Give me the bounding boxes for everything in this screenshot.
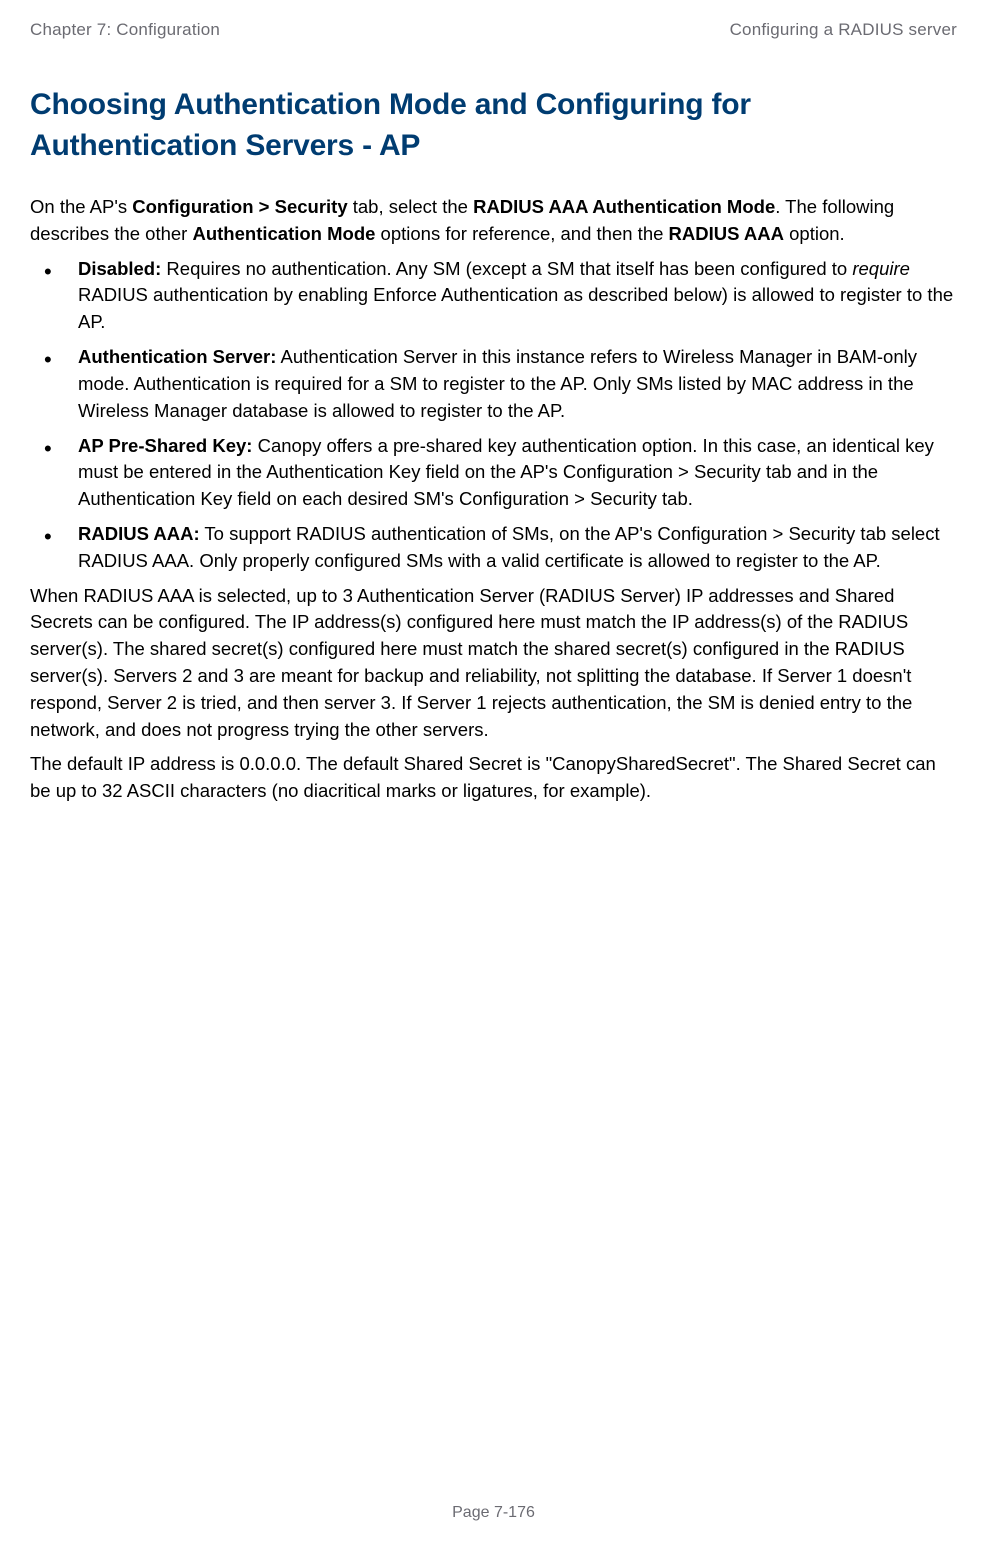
section-heading: Choosing Authentication Mode and Configu… xyxy=(30,85,957,166)
page-footer: Page 7-176 xyxy=(0,1504,987,1522)
list-item: Authentication Server: Authentication Se… xyxy=(30,344,957,424)
intro-text: option. xyxy=(784,223,845,244)
intro-text: On the AP's xyxy=(30,196,132,217)
intro-text: options for reference, and then the xyxy=(375,223,668,244)
bullet-text: RADIUS authentication by enabling Enforc… xyxy=(78,284,953,332)
intro-bold-radius-mode: RADIUS AAA Authentication Mode xyxy=(473,196,775,217)
paragraph-defaults: The default IP address is 0.0.0.0. The d… xyxy=(30,751,957,805)
bullet-list: Disabled: Requires no authentication. An… xyxy=(30,256,957,575)
intro-bold-radius-aaa: RADIUS AAA xyxy=(669,223,784,244)
bullet-label-radius-aaa: RADIUS AAA: xyxy=(78,523,200,544)
page-header: Chapter 7: Configuration Configuring a R… xyxy=(30,20,957,40)
intro-text: tab, select the xyxy=(348,196,473,217)
paragraph-radius-config: When RADIUS AAA is selected, up to 3 Aut… xyxy=(30,583,957,744)
bullet-italic-require: require xyxy=(852,258,910,279)
bullet-text: To support RADIUS authentication of SMs,… xyxy=(78,523,940,571)
header-left: Chapter 7: Configuration xyxy=(30,20,220,40)
list-item: AP Pre-Shared Key: Canopy offers a pre-s… xyxy=(30,433,957,513)
bullet-label-psk: AP Pre-Shared Key: xyxy=(78,435,252,456)
intro-paragraph: On the AP's Configuration > Security tab… xyxy=(30,194,957,248)
intro-bold-auth-mode: Authentication Mode xyxy=(192,223,375,244)
header-right: Configuring a RADIUS server xyxy=(730,20,957,40)
bullet-label-auth-server: Authentication Server: xyxy=(78,346,276,367)
bullet-label-disabled: Disabled: xyxy=(78,258,161,279)
list-item: Disabled: Requires no authentication. An… xyxy=(30,256,957,336)
bullet-text: Requires no authentication. Any SM (exce… xyxy=(161,258,852,279)
list-item: RADIUS AAA: To support RADIUS authentica… xyxy=(30,521,957,575)
intro-bold-config: Configuration > Security xyxy=(132,196,347,217)
